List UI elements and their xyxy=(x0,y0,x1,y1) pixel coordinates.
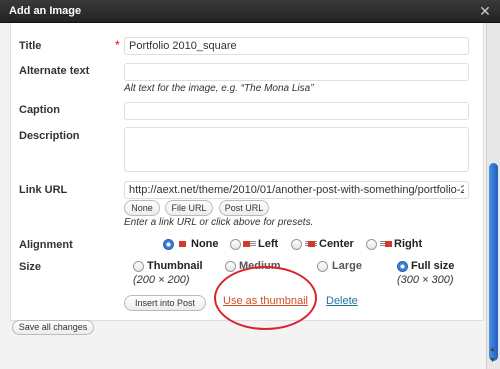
align-none-icon xyxy=(177,240,189,248)
delete-link[interactable]: Delete xyxy=(326,295,358,307)
description-textarea[interactable] xyxy=(124,127,469,172)
alt-text-help: Alt text for the image, e.g. “The Mona L… xyxy=(124,83,314,94)
required-mark: * xyxy=(115,38,120,52)
alignment-center-radio[interactable] xyxy=(291,239,302,250)
highlight-circle xyxy=(214,266,317,330)
size-large-radio[interactable] xyxy=(317,261,328,272)
align-center-icon xyxy=(305,240,317,248)
title-label: Title xyxy=(19,40,42,52)
scrollbar-thumb[interactable] xyxy=(489,163,498,361)
alt-text-input[interactable] xyxy=(124,63,469,81)
scroll-down-icon[interactable]: ▼ xyxy=(489,357,496,364)
alignment-left-label: Left xyxy=(258,238,279,250)
alignment-left-radio[interactable] xyxy=(230,239,241,250)
align-left-icon xyxy=(243,240,256,248)
align-right-icon xyxy=(380,240,392,248)
dialog-content: Title * Alternate text Alt text for the … xyxy=(0,23,486,369)
link-none-button[interactable]: None xyxy=(124,200,160,216)
close-icon[interactable]: ✕ xyxy=(477,4,493,19)
dialog-title: Add an Image xyxy=(9,5,82,17)
alt-text-label: Alternate text xyxy=(19,65,90,77)
link-url-help: Enter a link URL or click above for pres… xyxy=(124,217,314,228)
alignment-right-label: Right xyxy=(394,238,423,250)
link-file-url-button[interactable]: File URL xyxy=(165,200,213,216)
size-full-label: Full size xyxy=(411,260,455,272)
size-thumbnail-radio[interactable] xyxy=(133,261,144,272)
dialog-scrollbar[interactable]: ▲ ▼ xyxy=(486,23,500,369)
dialog-titlebar: Add an Image ✕ xyxy=(0,0,500,23)
link-url-input[interactable] xyxy=(124,181,469,199)
size-thumbnail-label: Thumbnail xyxy=(147,260,203,272)
alignment-right-radio[interactable] xyxy=(366,239,377,250)
caption-input[interactable] xyxy=(124,102,469,120)
size-full-dims: (300 × 300) xyxy=(397,274,454,286)
insert-into-post-button[interactable]: Insert into Post xyxy=(124,295,206,311)
size-medium-radio[interactable] xyxy=(225,261,236,272)
size-thumbnail-dims: (200 × 200) xyxy=(133,274,190,286)
size-full-radio[interactable] xyxy=(397,261,408,272)
link-post-url-button[interactable]: Post URL xyxy=(219,200,269,216)
alignment-label: Alignment xyxy=(19,239,73,251)
alignment-none-radio[interactable] xyxy=(163,239,174,250)
size-label: Size xyxy=(19,261,42,273)
link-url-label: Link URL xyxy=(19,184,68,196)
alignment-center-label: Center xyxy=(319,238,354,250)
scroll-up-icon[interactable]: ▲ xyxy=(489,346,496,353)
save-all-changes-button[interactable]: Save all changes xyxy=(12,320,94,335)
alignment-none-label: None xyxy=(191,238,219,250)
title-input[interactable] xyxy=(124,37,469,55)
description-label: Description xyxy=(19,130,80,142)
caption-label: Caption xyxy=(19,104,60,116)
size-large-label: Large xyxy=(332,260,362,272)
